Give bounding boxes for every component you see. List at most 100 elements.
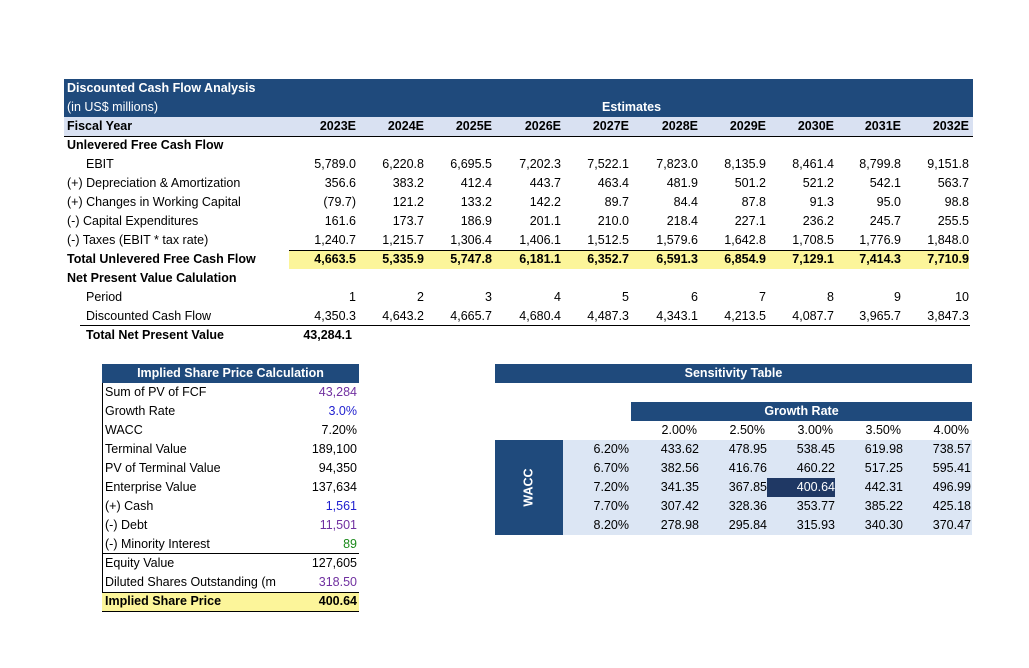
period-cell: 9 [894,290,901,304]
dcf-cell: 1,215.7 [382,233,424,247]
implied-result-label: Implied Share Price [105,594,222,608]
sensitivity-cell: 425.18 [932,499,971,513]
dcf-row-label: (-) Taxes (EBIT * tax rate) [67,233,209,247]
dcf-cell: 8,135.9 [724,157,766,171]
npv-section-label: Net Present Value Calulation [67,271,237,285]
total-ufcf-cell: 5,335.9 [382,252,424,266]
implied-row-value: 3.0% [328,404,358,418]
implied-row-value: 43,284 [318,385,357,399]
discounted-cf-cell: 4,643.2 [382,309,424,323]
implied-row-value: 137,634 [311,480,357,494]
growth-rate-cell: 4.00% [933,423,969,437]
implied-title: Implied Share Price Calculation [137,366,324,380]
dcf-cell: 542.1 [869,176,901,190]
discounted-cf-cell: 3,965.7 [859,309,901,323]
dcf-cell: 218.4 [666,214,698,228]
dcf-cell: 356.6 [324,176,356,190]
dcf-cell: 201.1 [529,214,561,228]
period-cell: 1 [349,290,356,304]
dcf-cell: 210.0 [597,214,629,228]
wacc-label: WACC [521,468,536,507]
period-cell: 8 [827,290,834,304]
dcf-row-label: EBIT [86,157,114,171]
total-ufcf-cell: 6,591.3 [656,252,698,266]
period-cell: 2 [417,290,424,304]
dcf-row-label: Discounted Cash Flow [86,309,212,323]
dcf-cell: 9,151.8 [927,157,969,171]
dcf-title: Discounted Cash Flow Analysis [67,81,256,95]
implied-row-value: 1,561 [325,499,357,513]
dcf-cell: 87.8 [741,195,766,209]
implied-row-value: 89 [343,537,357,551]
period-cell: 4 [554,290,561,304]
discounted-cf-cell: 4,343.1 [656,309,698,323]
discounted-cf-cell: 4,487.3 [587,309,629,323]
fiscal-year-cell: 2032E [932,119,969,133]
sensitivity-cell: 478.95 [728,442,767,456]
total-npv-label: Total Net Present Value [86,328,225,342]
total-ufcf-cell: 6,854.9 [724,252,766,266]
wacc-cell: 7.20% [593,480,629,494]
dcf-cell: 227.1 [734,214,766,228]
dcf-row-label: (+) Changes in Working Capital [67,195,241,209]
dcf-cell: 142.2 [529,195,561,209]
dcf-cell: 1,406.1 [519,233,561,247]
sensitivity-cell: 619.98 [864,442,903,456]
growth-rate-cell: 2.00% [661,423,697,437]
dcf-cell: 443.7 [529,176,561,190]
dcf-cell: 245.7 [869,214,901,228]
dcf-cell: 98.8 [944,195,969,209]
growth-rate-cell: 2.50% [729,423,765,437]
sensitivity-cell: 328.36 [728,499,767,513]
sensitivity-cell: 433.62 [660,442,699,456]
dcf-cell: 91.3 [809,195,834,209]
discounted-cf-cell: 4,680.4 [519,309,561,323]
dcf-cell: 7,202.3 [519,157,561,171]
period-cell: 3 [485,290,492,304]
ufcf-section-label: Unlevered Free Cash Flow [67,138,224,152]
implied-row-label: Terminal Value [105,442,187,456]
total-ufcf-cell: 7,129.1 [792,252,834,266]
total-ufcf-cell: 6,181.1 [519,252,561,266]
dcf-cell: 463.4 [597,176,629,190]
dcf-cell: 133.2 [460,195,492,209]
dcf-cell: 521.2 [802,176,834,190]
fiscal-year-cell: 2028E [661,119,698,133]
wacc-cell: 7.70% [593,499,629,513]
dcf-cell: 7,522.1 [587,157,629,171]
dcf-cell: 173.7 [392,214,424,228]
implied-row-value: 318.50 [318,575,357,589]
implied-row-value: 189,100 [311,442,357,456]
fiscal-year-cell: 2023E [319,119,356,133]
sensitivity-cell: 278.98 [660,518,699,532]
wacc-cell: 6.70% [593,461,629,475]
implied-row-value: 94,350 [318,461,357,475]
sensitivity-cell: 385.22 [864,499,903,513]
implied-result-value: 400.64 [318,594,357,608]
fiscal-year-cell: 2024E [387,119,424,133]
sensitivity-cell: 496.99 [932,480,971,494]
discounted-cf-cell: 4,665.7 [450,309,492,323]
dcf-cell: 121.2 [392,195,424,209]
implied-row-label: Equity Value [105,556,175,570]
fiscal-year-label: Fiscal Year [67,119,133,133]
dcf-cell: 5,789.0 [314,157,356,171]
fiscal-year-cell: 2029E [729,119,766,133]
period-label: Period [86,290,123,304]
discounted-cf-cell: 3,847.3 [927,309,969,323]
fiscal-year-cell: 2031E [864,119,901,133]
sensitivity-cell: 416.76 [728,461,767,475]
dcf-cell: 1,708.5 [792,233,834,247]
fiscal-year-cell: 2026E [524,119,561,133]
total-ufcf-label: Total Unlevered Free Cash Flow [67,252,256,266]
dcf-cell: 1,306.4 [450,233,492,247]
dcf-cell: 161.6 [324,214,356,228]
implied-row-value: 127,605 [311,556,357,570]
period-cell: 6 [691,290,698,304]
sensitivity-cell: 442.31 [864,480,903,494]
fiscal-year-cell: 2025E [455,119,492,133]
dcf-cell: 7,823.0 [656,157,698,171]
discounted-cf-cell: 4,213.5 [724,309,766,323]
dcf-row-label: (-) Capital Expenditures [67,214,199,228]
implied-row-label: PV of Terminal Value [105,461,221,475]
